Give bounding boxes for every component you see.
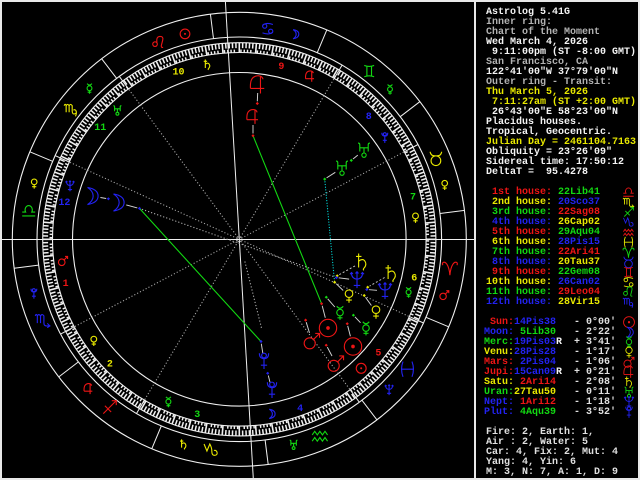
svg-text:2: 2	[107, 359, 113, 370]
svg-text:5: 5	[375, 349, 381, 360]
svg-text:6: 6	[411, 274, 417, 285]
svg-text:11: 11	[94, 123, 106, 134]
svg-text:9: 9	[278, 62, 284, 73]
svg-text:10: 10	[172, 68, 184, 79]
svg-text:12: 12	[58, 198, 70, 209]
svg-text:4: 4	[297, 404, 303, 415]
svg-text:1: 1	[63, 279, 69, 290]
svg-text:3: 3	[194, 410, 200, 421]
svg-text:7: 7	[410, 193, 416, 204]
svg-text:8: 8	[366, 112, 372, 123]
